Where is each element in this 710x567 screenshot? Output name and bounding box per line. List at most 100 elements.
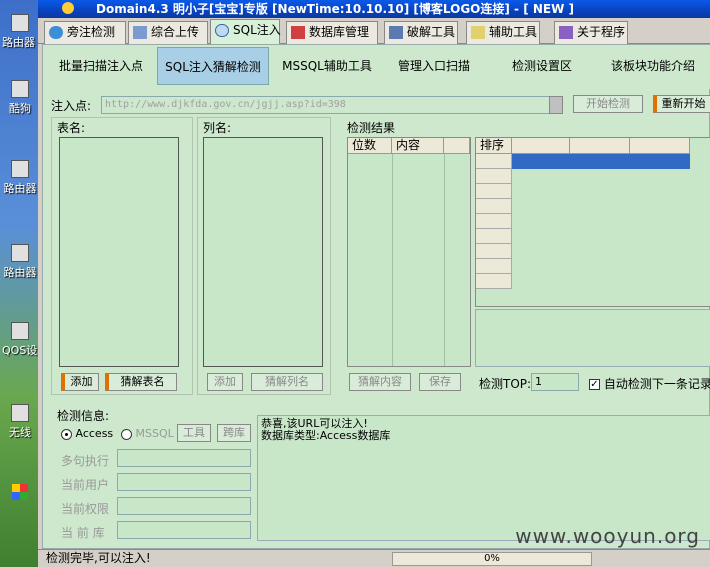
tab-aux-tools[interactable]: 辅助工具 <box>466 21 540 44</box>
grid-divider <box>392 154 393 366</box>
search-icon <box>215 24 229 37</box>
status-bar: 检测完毕,可以注入! 0% <box>38 549 710 567</box>
results-grid[interactable]: 位数 内容 <box>347 137 471 367</box>
upload-icon <box>133 26 147 39</box>
progress-bar: 0% <box>392 552 592 566</box>
multi-exec-field[interactable] <box>117 449 251 467</box>
col-content-header: 内容 <box>392 138 444 154</box>
globe-icon <box>49 26 63 39</box>
sort-col-header <box>570 138 630 154</box>
row-header[interactable] <box>476 199 512 214</box>
windows-logo-icon <box>12 484 28 500</box>
current-db-label: 当 前 库 <box>61 526 105 540</box>
column-names-list[interactable] <box>203 137 323 367</box>
injection-label: 注入点: <box>51 99 92 113</box>
row-header[interactable] <box>476 214 512 229</box>
sort-col-header <box>630 138 690 154</box>
row-header[interactable] <box>476 259 512 274</box>
subtab-settings[interactable]: 检测设置区 <box>497 47 587 85</box>
sort-col-header <box>512 138 570 154</box>
watermark: www.wooyun.org <box>515 524 700 548</box>
tab-about[interactable]: 关于程序 <box>554 21 628 44</box>
row-header[interactable] <box>476 184 512 199</box>
add-table-button[interactable]: 添加 <box>61 373 99 391</box>
info-label: 检测信息: <box>57 409 110 423</box>
tab-crack-tools[interactable]: 破解工具 <box>384 21 458 44</box>
main-tabs: 旁注检测 综合上传 SQL注入 数据库管理 破解工具 辅助工具 关于程序 <box>38 18 710 45</box>
window-title: Domain4.3 明小子[宝宝]专版 [NewTime:10.10.10] [… <box>96 2 574 16</box>
qos-icon <box>11 322 29 340</box>
tool-button[interactable]: 工具 <box>177 424 211 442</box>
selected-row[interactable] <box>512 154 690 169</box>
guess-content-button[interactable]: 猜解内容 <box>349 373 411 391</box>
desktop-icon[interactable]: 无线 <box>2 404 38 440</box>
subtab-batch-scan[interactable]: 批量扫描注入点 <box>47 47 155 85</box>
tab-side-detect[interactable]: 旁注检测 <box>44 21 126 44</box>
multi-exec-label: 多句执行 <box>61 454 110 468</box>
subtab-mssql-tools[interactable]: MSSQL辅助工具 <box>273 47 381 85</box>
row-header[interactable] <box>476 229 512 244</box>
sql-injection-panel: 批量扫描注入点 SQL注入猜解检测 MSSQL辅助工具 管理入口扫描 检测设置区… <box>42 44 710 549</box>
desktop-icon[interactable]: 路由器 经验 <box>2 14 38 50</box>
add-column-button[interactable]: 添加 <box>207 373 243 391</box>
current-perm-label: 当前权限 <box>61 502 110 516</box>
tab-database-manage[interactable]: 数据库管理 <box>286 21 378 44</box>
tab-sql-injection[interactable]: SQL注入 <box>210 19 281 45</box>
subtab-admin-scan[interactable]: 管理入口扫描 <box>385 47 483 85</box>
router-icon <box>11 160 29 178</box>
sort-grid[interactable]: 排序 <box>475 137 710 307</box>
router-icon <box>11 14 29 32</box>
content-area[interactable] <box>475 309 710 367</box>
guess-columns-button[interactable]: 猜解列名 <box>251 373 323 391</box>
row-header[interactable] <box>476 244 512 259</box>
desktop-icon[interactable]: 路由器 <box>2 160 38 196</box>
radio-icon <box>61 428 72 440</box>
col-extra-header <box>444 138 470 154</box>
start-detect-button[interactable]: 开始检测 <box>573 95 643 113</box>
mssql-radio[interactable]: MSSQL <box>121 427 174 440</box>
subtab-sql-guess[interactable]: SQL注入猜解检测 <box>157 47 269 85</box>
top-label: 检测TOP: <box>479 377 532 391</box>
radio-icon <box>121 428 132 440</box>
book-icon <box>559 26 573 39</box>
wireless-icon <box>11 404 29 422</box>
top-input[interactable]: 1 <box>531 373 579 391</box>
current-perm-field[interactable] <box>117 497 251 515</box>
current-user-field[interactable] <box>117 473 251 491</box>
column-names-label: 列名: <box>203 121 232 135</box>
tab-upload[interactable]: 综合上传 <box>128 21 208 44</box>
table-names-label: 表名: <box>57 121 86 135</box>
col-position-header: 位数 <box>348 138 392 154</box>
sub-tabs: 批量扫描注入点 SQL注入猜解检测 MSSQL辅助工具 管理入口扫描 检测设置区… <box>43 45 710 89</box>
save-button[interactable]: 保存 <box>419 373 461 391</box>
desktop-icon[interactable]: 路由器 <box>2 244 38 280</box>
keyboard-icon <box>389 26 403 39</box>
subtab-intro[interactable]: 该板块功能介绍 <box>599 47 707 85</box>
access-radio[interactable]: Access <box>61 427 113 440</box>
table-names-list[interactable] <box>59 137 179 367</box>
desktop-icon[interactable]: 酷狗 <box>2 80 38 116</box>
cross-db-button[interactable]: 跨库 <box>217 424 251 442</box>
database-icon <box>291 26 305 39</box>
notepad-icon <box>471 26 485 39</box>
router-icon <box>11 244 29 262</box>
row-header[interactable] <box>476 169 512 184</box>
music-icon <box>11 80 29 98</box>
results-label: 检测结果 <box>347 121 396 135</box>
check-icon: ✓ <box>589 379 600 390</box>
restart-button[interactable]: 重新开始 <box>653 95 710 113</box>
row-header[interactable] <box>476 274 512 289</box>
auto-detect-checkbox[interactable]: ✓ 自动检测下一条记录 <box>589 375 710 392</box>
desktop: 路由器 经验 酷狗 路由器 路由器 QOS设置 无线 <box>0 0 40 567</box>
current-user-label: 当前用户 <box>61 478 110 492</box>
guess-tables-button[interactable]: 猜解表名 <box>105 373 177 391</box>
app-icon <box>62 2 74 14</box>
app-window: Domain4.3 明小子[宝宝]专版 [NewTime:10.10.10] [… <box>38 0 710 567</box>
row-header[interactable] <box>476 154 512 169</box>
current-db-field[interactable] <box>117 521 251 539</box>
injection-url-input[interactable]: http://www.djkfda.gov.cn/jgjj.asp?id=398 <box>101 96 563 114</box>
desktop-icon[interactable]: QOS设置 <box>2 322 38 358</box>
title-bar: Domain4.3 明小子[宝宝]专版 [NewTime:10.10.10] [… <box>38 0 710 18</box>
url-scrollbar[interactable] <box>549 96 563 114</box>
log-output[interactable]: 恭喜,该URL可以注入! 数据库类型:Access数据库 <box>257 415 710 541</box>
